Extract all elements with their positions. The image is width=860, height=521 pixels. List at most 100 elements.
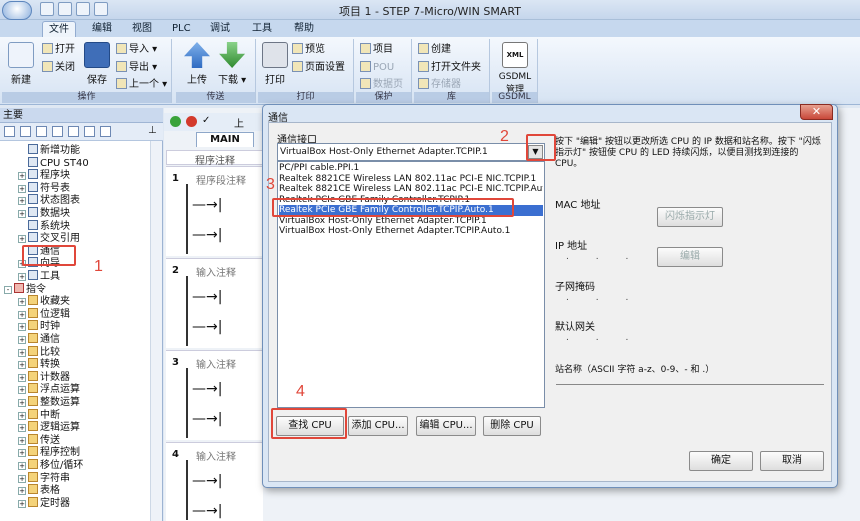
expand-toggle-icon[interactable]: +	[18, 361, 26, 370]
interface-option[interactable]: PC/PPI cable.PPI.1	[279, 163, 543, 174]
expand-toggle-icon[interactable]: +	[18, 399, 26, 407]
expand-toggle-icon[interactable]: +	[18, 323, 26, 332]
tree-item[interactable]: + 传送	[18, 433, 60, 446]
ladder-rung-icon[interactable]: —→|	[192, 290, 236, 304]
tab-debug[interactable]: 调试	[204, 21, 236, 37]
tree-item[interactable]: + 转换	[18, 358, 60, 370]
print-button[interactable]: 打印	[262, 42, 288, 86]
interface-option[interactable]: VirtualBox Host-Only Ethernet Adapter.TC…	[279, 226, 543, 237]
tree-item[interactable]: + 逻辑运算	[18, 421, 80, 433]
expand-toggle-icon[interactable]: +	[18, 474, 26, 483]
tree-item[interactable]: 新增功能	[18, 144, 80, 156]
tree-item[interactable]: 系统块	[18, 219, 70, 232]
tree-item[interactable]: + 计数器	[18, 370, 70, 383]
ladder-rung-icon[interactable]: —→|	[192, 412, 236, 426]
tab-edit[interactable]: 编辑	[86, 21, 118, 37]
expand-toggle-icon[interactable]: +	[18, 310, 26, 319]
interface-option[interactable]: VirtualBox Host-Only Ethernet Adapter.TC…	[279, 216, 543, 227]
export-button[interactable]: 导出 ▾	[116, 60, 157, 75]
view-icon[interactable]	[100, 126, 111, 137]
previous-button[interactable]: 上一个 ▾	[116, 77, 167, 92]
preview-button[interactable]: 预览	[292, 42, 325, 57]
expand-toggle-icon[interactable]: +	[18, 424, 26, 433]
compile-icon[interactable]: ✓	[202, 115, 210, 126]
ladder-rung-icon[interactable]: —→|	[192, 382, 236, 396]
tab-main[interactable]: MAIN	[196, 132, 254, 147]
expand-toggle-icon[interactable]: +	[18, 373, 26, 382]
tree-item[interactable]: + 位逻辑	[18, 307, 70, 320]
expand-toggle-icon[interactable]: +	[18, 336, 26, 344]
tree-item[interactable]: + 程序控制	[18, 446, 80, 458]
view-icon[interactable]	[68, 126, 79, 137]
tab-view[interactable]: 视图	[126, 21, 158, 37]
expand-toggle-icon[interactable]: +	[18, 462, 26, 470]
expand-toggle-icon[interactable]: +	[18, 210, 26, 218]
tree-item[interactable]: - 指令	[4, 282, 46, 295]
tree-item[interactable]: + 工具	[18, 270, 60, 282]
tree-scrollbar[interactable]	[150, 141, 162, 521]
expand-toggle-icon[interactable]: +	[18, 436, 26, 445]
tree-item[interactable]: + 浮点运算	[18, 383, 80, 395]
delete-cpu-button[interactable]: 删除 CPU	[483, 416, 541, 436]
tab-help[interactable]: 帮助	[288, 21, 320, 37]
protect-data-page-button[interactable]: 数据页	[360, 77, 403, 92]
expand-toggle-icon[interactable]: +	[18, 172, 26, 181]
gateway-field[interactable]: . . .	[556, 333, 656, 347]
tree-item[interactable]: + 程序块	[18, 169, 70, 181]
download-button[interactable]: 下载 ▾	[218, 42, 246, 86]
ip-field[interactable]: . . .	[556, 252, 656, 266]
cancel-button[interactable]: 取消	[760, 451, 824, 471]
tree-item[interactable]: + 整数运算	[18, 396, 80, 408]
open-button[interactable]: 打开	[42, 42, 75, 57]
edit-button[interactable]: 编辑	[657, 247, 723, 267]
expand-toggle-icon[interactable]: +	[18, 298, 26, 307]
new-button[interactable]: 新建	[8, 42, 34, 86]
dialog-close-button[interactable]: ✕	[800, 104, 833, 120]
tree-item[interactable]: + 时钟	[18, 320, 60, 332]
tree-item[interactable]: + 收藏夹	[18, 295, 70, 307]
ladder-rung-icon[interactable]: —→|	[192, 228, 236, 242]
expand-toggle-icon[interactable]: +	[18, 487, 26, 496]
page-setup-button[interactable]: 页面设置	[292, 60, 345, 75]
view-icon[interactable]	[36, 126, 47, 137]
edit-cpu-button[interactable]: 编辑 CPU...	[416, 416, 476, 436]
interface-option[interactable]: Realtek 8821CE Wireless LAN 802.11ac PCI…	[279, 184, 543, 195]
expand-toggle-icon[interactable]: +	[18, 449, 26, 458]
ok-button[interactable]: 确定	[689, 451, 753, 471]
tree-item[interactable]: + 通信	[18, 333, 60, 345]
program-comment[interactable]: 程序注释	[166, 150, 263, 167]
save-button[interactable]: 保存	[84, 42, 110, 86]
expand-toggle-icon[interactable]: +	[18, 499, 26, 508]
expand-toggle-icon[interactable]: +	[18, 184, 26, 193]
expand-toggle-icon[interactable]: +	[18, 411, 26, 420]
interface-option[interactable]: Realtek 8821CE Wireless LAN 802.11ac PCI…	[279, 174, 543, 185]
expand-toggle-icon[interactable]: +	[18, 235, 26, 244]
view-icon[interactable]	[52, 126, 63, 137]
run-icon[interactable]	[170, 116, 181, 127]
ladder-rung-icon[interactable]: —→|	[192, 320, 236, 334]
tree-item[interactable]: + 定时器	[18, 496, 70, 509]
tree-item[interactable]: + 数据块	[18, 207, 70, 219]
tab-file[interactable]: 文件	[42, 21, 76, 37]
add-cpu-button[interactable]: 添加 CPU...	[348, 416, 408, 436]
tab-plc[interactable]: PLC	[166, 21, 197, 37]
expand-toggle-icon[interactable]: +	[18, 348, 26, 357]
view-icon[interactable]	[4, 126, 15, 137]
tree-item[interactable]: + 比较	[18, 345, 60, 358]
gsdml-manage-button[interactable]: XML GSDML 管理	[498, 42, 532, 95]
editor-toolbar-text[interactable]: 上	[234, 115, 244, 130]
import-button[interactable]: 导入 ▾	[116, 42, 157, 57]
network-comment[interactable]: 输入注释	[196, 264, 236, 279]
expand-toggle-icon[interactable]: +	[18, 273, 26, 281]
network-comment[interactable]: 输入注释	[196, 356, 236, 371]
ladder-rung-icon[interactable]: —→|	[192, 474, 236, 488]
expand-toggle-icon[interactable]: +	[18, 386, 26, 395]
open-folder-button[interactable]: 打开文件夹	[418, 60, 481, 75]
network-comment[interactable]: 程序段注释	[196, 172, 246, 187]
upload-button[interactable]: 上传	[184, 42, 210, 86]
subnet-field[interactable]: . . .	[556, 293, 656, 307]
protect-pou-button[interactable]: POU	[360, 60, 394, 75]
view-icon[interactable]	[20, 126, 31, 137]
tree-item[interactable]: + 符号表	[18, 181, 70, 194]
memory-button[interactable]: 存储器	[418, 77, 461, 92]
